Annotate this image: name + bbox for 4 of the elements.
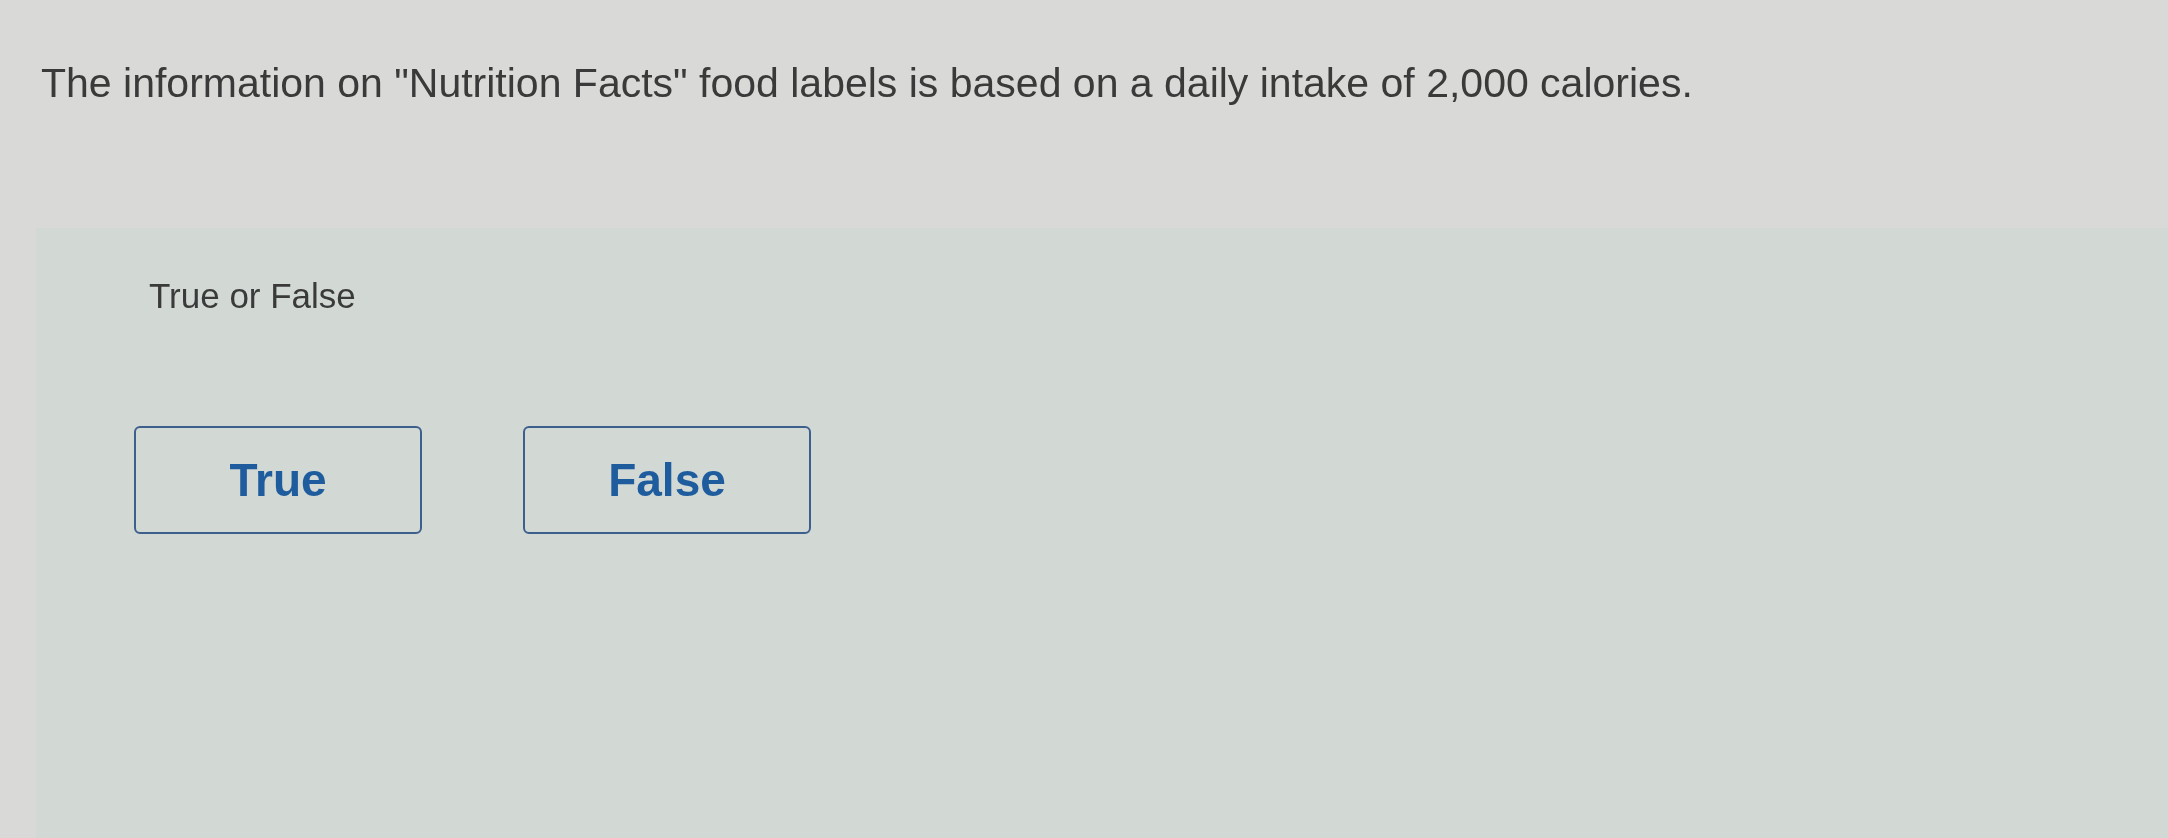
answer-button[interactable]: False	[523, 426, 811, 534]
question-type-label: True or False	[149, 276, 356, 316]
question-text: The information on "Nutrition Facts" food labels is based on a daily intake of 2,000 calories.	[41, 60, 1693, 107]
answer-button[interactable]: True	[134, 426, 422, 534]
